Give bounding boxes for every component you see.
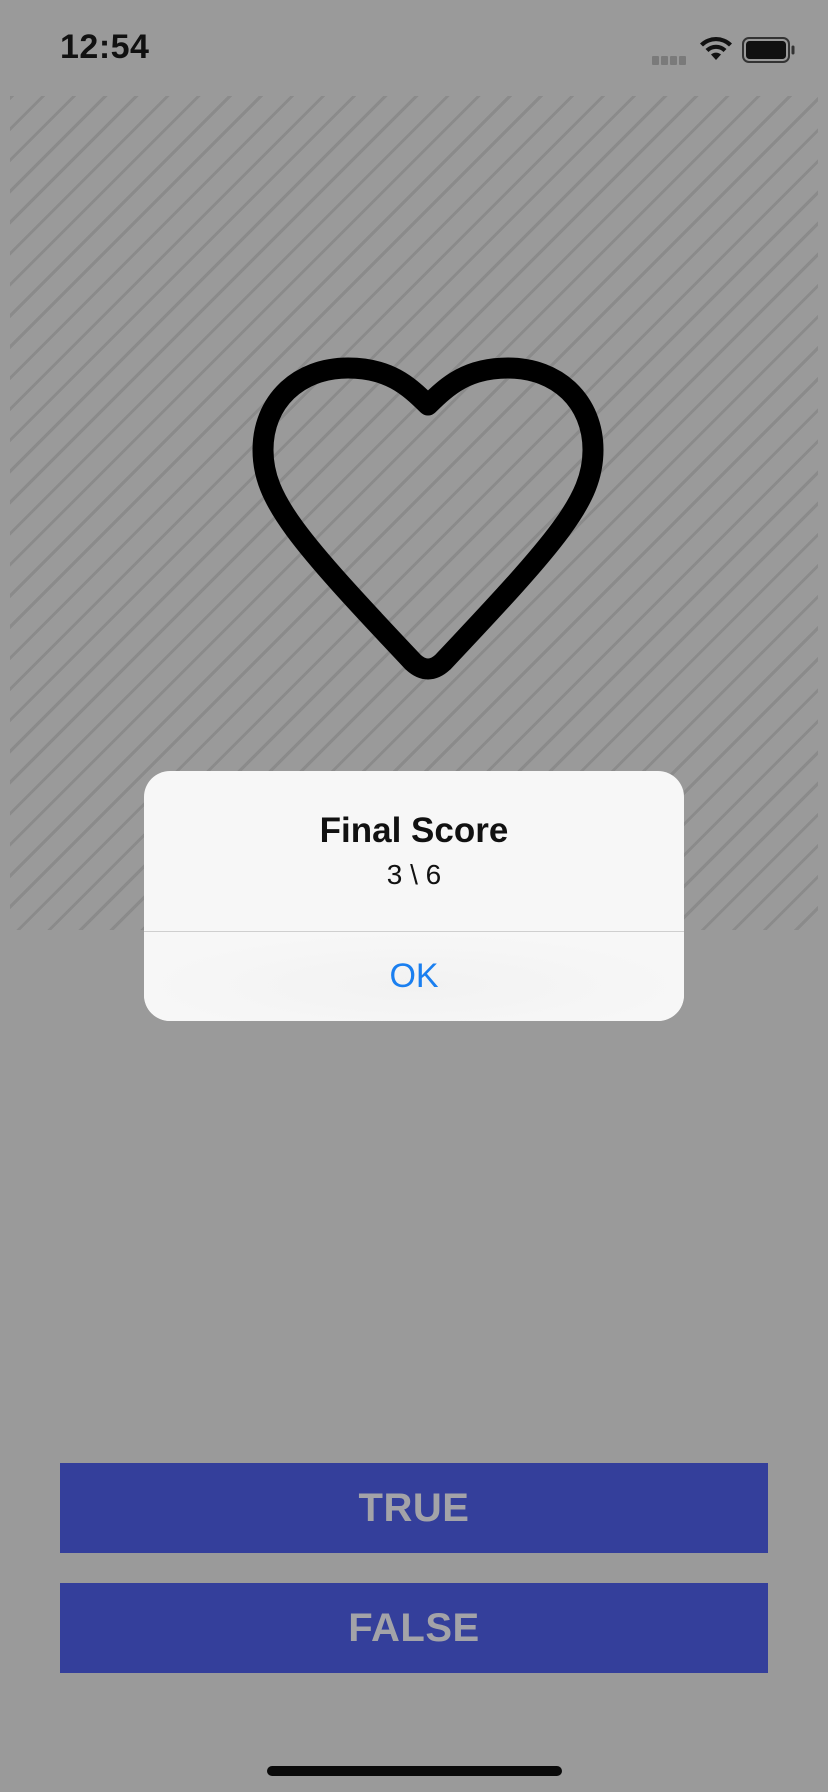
status-time: 12:54: [60, 28, 150, 66]
wifi-icon: [700, 37, 732, 60]
false-button[interactable]: FALSE: [60, 1583, 768, 1673]
battery-icon: [742, 37, 795, 63]
heart-outline-icon: [252, 357, 604, 680]
true-button[interactable]: TRUE: [60, 1463, 768, 1553]
home-indicator[interactable]: [267, 1766, 562, 1776]
alert-ok-button[interactable]: OK: [144, 932, 684, 1021]
final-score-alert: Final Score 3 \ 6 OK: [144, 771, 684, 1021]
cellular-signal-icon: [652, 52, 690, 65]
alert-message: 3 \ 6: [386, 859, 442, 890]
alert-title: Final Score: [319, 811, 509, 850]
quiz-screen: 12:54 TRUE FALSE Final Score 3 \ 6 OK: [0, 0, 828, 1792]
